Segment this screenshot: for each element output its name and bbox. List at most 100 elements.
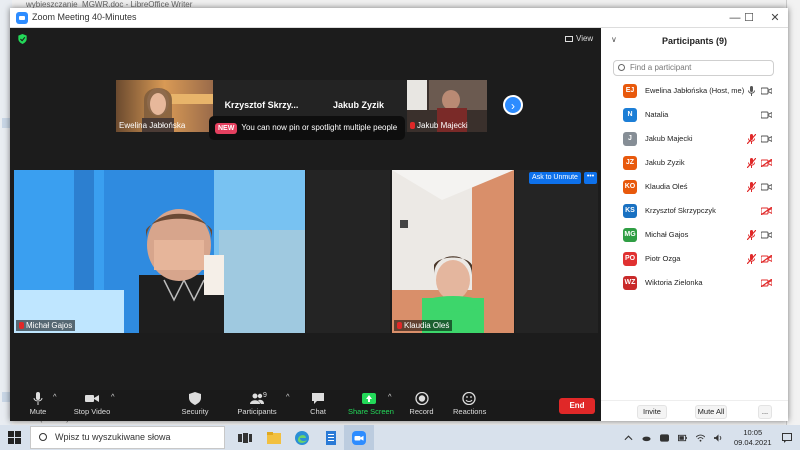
muted-mic-icon [397, 322, 402, 330]
participant-search-input[interactable]: Find a participant [613, 60, 774, 76]
participant-name: Krzysztof Skrzy... [224, 100, 299, 110]
background-marker [2, 118, 10, 128]
background-window-edge-right [786, 0, 800, 425]
video-off-icon[interactable] [761, 255, 772, 263]
next-page-button[interactable]: › [503, 95, 523, 115]
participant-label: Michał Gajos [16, 320, 76, 331]
pin-spotlight-tooltip: NEW You can now pin or spotlight multiple… [209, 116, 405, 140]
participants-icon [250, 393, 264, 404]
edge-browser-icon[interactable] [294, 430, 310, 446]
title-bar: Zoom Meeting 40-Minutes — ☐ ✕ [10, 8, 788, 28]
muted-microphone-icon[interactable] [747, 182, 756, 192]
windows-start-button[interactable] [8, 431, 22, 445]
participant-name: Wiktoria Zielonka [645, 278, 703, 287]
end-meeting-button[interactable]: End [559, 398, 595, 414]
reactions-button[interactable]: Reactions [453, 392, 487, 416]
video-options-caret[interactable]: ^ [111, 392, 115, 401]
muted-mic-icon [19, 322, 24, 330]
video-camera-icon[interactable] [761, 135, 772, 143]
record-button[interactable]: Record [409, 392, 434, 416]
gallery-thumb-video[interactable]: Ewelina Jabłońska [116, 80, 213, 132]
participant-row[interactable]: PO Piotr Ozga [623, 250, 783, 268]
zoom-window: Zoom Meeting 40-Minutes — ☐ ✕ View Eweli… [10, 8, 788, 421]
mute-all-button[interactable]: Mute All [695, 405, 727, 419]
participant-name: Piotr Ozga [645, 254, 681, 263]
participant-avatar: J [623, 132, 637, 146]
share-options-caret[interactable]: ^ [388, 392, 392, 401]
muted-microphone-icon[interactable] [747, 230, 756, 240]
video-camera-icon[interactable] [761, 231, 772, 239]
taskbar-search-input[interactable]: Wpisz tu wyszukiwane słowa [30, 426, 225, 449]
notifications-icon[interactable] [782, 433, 792, 443]
invite-button[interactable]: Invite [637, 405, 667, 419]
muted-microphone-icon[interactable] [747, 134, 756, 144]
tile-more-button[interactable]: ••• [584, 172, 597, 184]
onedrive-cloud-icon[interactable] [642, 434, 651, 442]
video-tile[interactable]: Klaudia Oleś [392, 170, 514, 333]
search-icon [618, 64, 625, 71]
wifi-icon[interactable] [696, 434, 705, 442]
tray-chevron-icon[interactable] [624, 434, 633, 442]
participant-row[interactable]: J Jakub Majecki [623, 130, 783, 148]
reactions-label: Reactions [453, 407, 487, 416]
participant-label: Klaudia Oleś [394, 320, 453, 331]
mute-label: Mute [29, 407, 47, 416]
video-tile[interactable]: Michał Gajos [14, 170, 305, 333]
zoom-tray-icon[interactable] [660, 434, 669, 442]
video-tile-empty[interactable] [306, 170, 390, 333]
ask-to-unmute-button[interactable]: Ask to Unmute [529, 172, 581, 184]
task-view-icon[interactable] [237, 430, 253, 446]
microphone-icon[interactable] [747, 86, 756, 96]
writer-document-icon[interactable] [323, 430, 339, 446]
encryption-shield-icon[interactable] [18, 34, 27, 44]
mute-button[interactable]: Mute [26, 392, 50, 416]
video-camera-icon[interactable] [761, 87, 772, 95]
participant-row[interactable]: KS Krzysztof Skrzypczyk [623, 202, 783, 220]
view-button[interactable]: View [565, 34, 593, 43]
participant-video [14, 170, 305, 333]
clock-time: 10:05 [743, 428, 763, 437]
participants-caret[interactable]: ^ [286, 392, 290, 401]
chat-button[interactable]: Chat [308, 392, 328, 416]
participant-row[interactable]: N Natalia [623, 106, 783, 124]
taskbar-clock[interactable]: 10:05 09.04.2021 [734, 428, 772, 448]
participant-row[interactable]: JZ Jakub Zyzik [623, 154, 783, 172]
muted-microphone-icon[interactable] [747, 254, 756, 264]
zoom-logo-icon [16, 12, 28, 24]
security-button[interactable]: Security [180, 392, 210, 416]
maximize-button[interactable]: ☐ [738, 10, 760, 26]
video-camera-icon[interactable] [761, 183, 772, 191]
close-button[interactable]: ✕ [764, 10, 786, 26]
participant-row[interactable]: MG Michał Gajos [623, 226, 783, 244]
video-off-icon[interactable] [761, 159, 772, 167]
share-screen-icon [362, 393, 376, 404]
participant-avatar: PO [623, 252, 637, 266]
share-screen-button[interactable]: Share Screen [348, 392, 394, 416]
taskbar-search-placeholder: Wpisz tu wyszukiwane słowa [55, 432, 171, 442]
video-off-icon[interactable] [761, 207, 772, 215]
participants-title: Participants (9) [661, 36, 728, 46]
video-off-icon[interactable] [761, 279, 772, 287]
grid-view-icon [565, 35, 573, 42]
battery-icon[interactable] [678, 434, 687, 442]
participant-label: Ewelina Jabłońska [119, 121, 186, 130]
gallery-thumb-video[interactable]: Jakub Majecki [407, 80, 487, 132]
participant-row[interactable]: KO Klaudia Oleś [623, 178, 783, 196]
participants-button[interactable]: Participants [236, 392, 278, 416]
file-explorer-icon[interactable] [266, 430, 282, 446]
participants-header: ∨ Participants (9) [601, 28, 788, 54]
participant-avatar: EJ [623, 84, 637, 98]
stop-video-button[interactable]: Stop Video [72, 392, 112, 416]
panel-more-button[interactable]: ... [758, 405, 772, 419]
participant-row[interactable]: EJ Ewelina Jabłońska (Host, me) [623, 82, 783, 100]
muted-microphone-icon[interactable] [747, 158, 756, 168]
volume-icon[interactable] [714, 434, 723, 442]
participant-row[interactable]: WZ Wiktoria Zielonka [623, 274, 783, 292]
video-tile-empty[interactable] [515, 170, 598, 333]
zoom-app-icon[interactable] [351, 430, 367, 446]
security-shield-icon [189, 392, 201, 405]
audio-options-caret[interactable]: ^ [53, 392, 57, 401]
participant-name: Jakub Majecki [645, 134, 693, 143]
search-placeholder: Find a participant [630, 63, 692, 72]
video-camera-icon[interactable] [761, 111, 772, 119]
